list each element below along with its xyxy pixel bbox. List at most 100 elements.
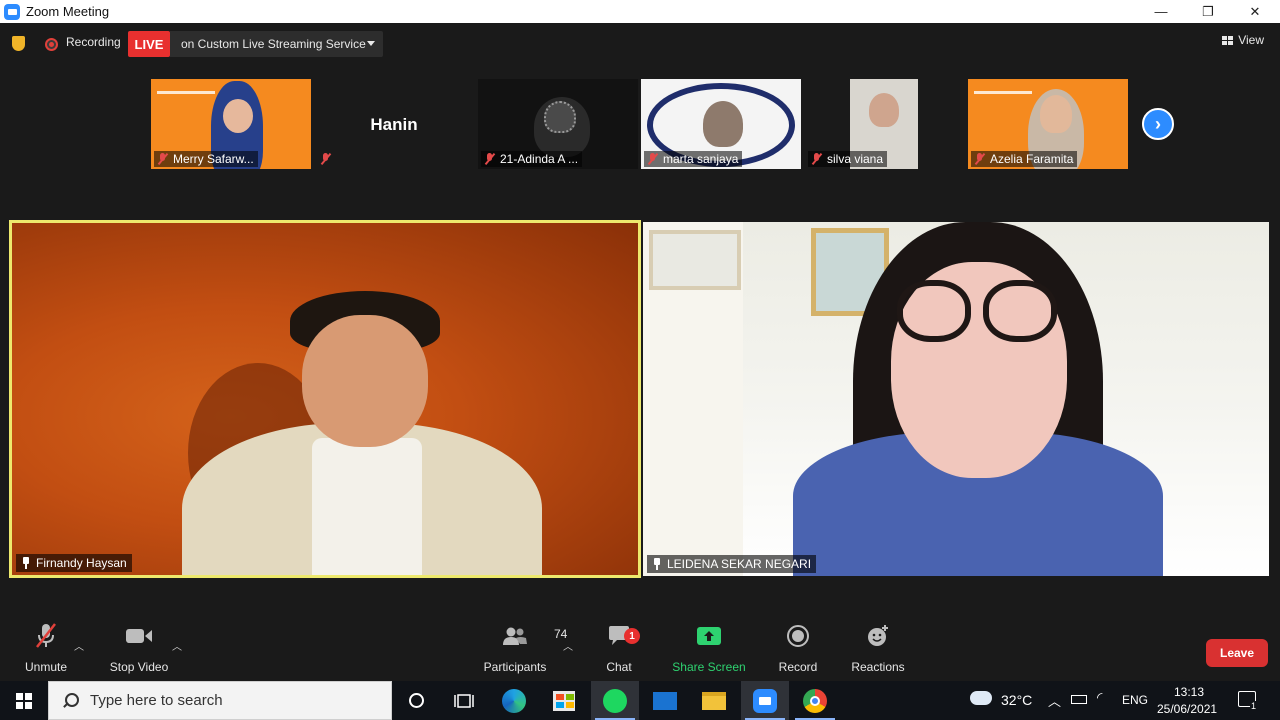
live-badge: LIVE [128, 31, 170, 57]
participants-button[interactable]: 74 Participants [480, 620, 568, 680]
taskbar-search-box[interactable]: Type here to search [48, 681, 392, 720]
participant-thumbnail[interactable]: silva viana [805, 79, 965, 169]
audio-options-chevron-icon[interactable]: ︿ [74, 638, 84, 653]
weather-temperature[interactable]: 32°C [1001, 692, 1032, 708]
notification-count: 1 [1250, 701, 1258, 711]
reactions-label: Reactions [851, 660, 905, 674]
reactions-button[interactable]: Reactions [848, 620, 908, 680]
grid-view-icon [1222, 35, 1234, 45]
chat-unread-badge: 1 [624, 628, 640, 644]
view-button[interactable]: View [1222, 33, 1264, 47]
glasses-lens [983, 280, 1057, 342]
participant-name: LEIDENA SEKAR NEGARI [667, 557, 812, 571]
participant-thumbnail[interactable]: Merry Safarw... [151, 79, 311, 169]
maximize-button[interactable]: ❐ [1185, 0, 1231, 23]
speaker-shirt [312, 438, 422, 575]
participant-name-placeholder: Hanin [370, 115, 418, 134]
security-shield-icon[interactable] [12, 36, 25, 51]
store-bag-icon [553, 690, 575, 711]
battery-icon[interactable] [1071, 695, 1087, 704]
participants-label: Participants [483, 660, 547, 674]
video-options-chevron-icon[interactable]: ︿ [172, 638, 182, 653]
unmute-button[interactable]: Unmute [22, 620, 70, 680]
participant-name: 21-Adinda A ... [481, 151, 583, 167]
show-hidden-icons-chevron-icon[interactable]: ︿ [1048, 691, 1061, 710]
mic-muted-icon [975, 153, 985, 165]
window-title: Zoom Meeting [26, 4, 110, 19]
input-language[interactable]: ENG [1122, 693, 1148, 707]
meeting-status-bar: Recording LIVE on Custom Live Streaming … [0, 23, 1280, 63]
next-page-arrow-icon[interactable]: › [1142, 108, 1174, 140]
mic-muted-icon [34, 620, 58, 652]
participants-icon: 74 [502, 620, 567, 652]
taskbar-edge[interactable] [490, 681, 538, 720]
search-placeholder: Type here to search [90, 692, 223, 709]
mic-muted-icon [485, 153, 495, 165]
record-label: Record [778, 660, 818, 674]
weather-cloud-icon[interactable] [970, 691, 992, 705]
taskbar-spotify[interactable] [591, 681, 639, 720]
mic-muted-icon [648, 153, 658, 165]
glasses-lens [897, 280, 971, 342]
participant-thumbnail[interactable]: 21-Adinda A ... [478, 79, 638, 169]
close-button[interactable]: ✕ [1232, 0, 1278, 23]
participant-name: Firnandy Haysan [36, 556, 127, 570]
pin-icon [22, 557, 30, 569]
taskbar-mail[interactable] [641, 681, 689, 720]
zoom-meeting-window: Zoom Meeting — ❐ ✕ Recording LIVE on Cus… [0, 0, 1280, 720]
share-screen-icon [696, 620, 722, 652]
recording-label[interactable]: Recording [66, 35, 121, 49]
participants-options-chevron-icon[interactable]: ︿ [563, 638, 573, 653]
stop-video-button[interactable]: Stop Video [104, 620, 174, 680]
spotify-icon [603, 688, 627, 713]
chrome-icon [803, 688, 827, 713]
picture-frame [649, 230, 741, 290]
folder-icon [702, 691, 726, 710]
record-icon [787, 620, 809, 652]
taskbar-chrome[interactable] [791, 681, 839, 720]
banner-graphic [157, 91, 215, 94]
participant-name: marta sanjaya [644, 151, 743, 167]
participant-nameplate: LEIDENA SEKAR NEGARI [647, 555, 817, 573]
cortana-button[interactable] [392, 681, 440, 720]
participant-face [223, 99, 253, 133]
leave-button[interactable]: Leave [1206, 639, 1268, 667]
mic-muted-icon [812, 153, 822, 165]
participant-face [544, 101, 576, 133]
participant-name-bar [317, 151, 336, 167]
live-stream-dropdown[interactable]: on Custom Live Streaming Service [170, 31, 383, 57]
wifi-icon[interactable]: ◜ [1097, 689, 1102, 706]
title-bar: Zoom Meeting — ❐ ✕ [0, 0, 1280, 23]
taskbar-zoom[interactable] [741, 681, 789, 720]
share-screen-label: Share Screen [672, 660, 746, 674]
participant-name: silva viana [808, 151, 888, 167]
meeting-toolbar: Unmute ︿ Stop Video ︿ 74 Participants ︿ … [0, 620, 1280, 680]
zoom-logo-icon [4, 3, 20, 20]
banner-graphic [974, 91, 1032, 94]
participant-face [1040, 95, 1072, 133]
participant-thumbnail[interactable]: marta sanjaya [641, 79, 801, 169]
speaker-face [302, 315, 428, 447]
participant-thumbnail[interactable]: Azelia Faramita [968, 79, 1128, 169]
participant-nameplate: Firnandy Haysan [16, 554, 132, 572]
chat-label: Chat [606, 660, 632, 674]
task-view-icon [454, 693, 474, 708]
clock-date[interactable]: 25/06/2021 [1157, 702, 1217, 716]
video-tile[interactable]: LEIDENA SEKAR NEGARI [643, 222, 1269, 576]
view-label: View [1238, 33, 1264, 47]
thumbnail-strip: Merry Safarw... Hanin 21-Adinda A ... ma… [0, 79, 1280, 169]
clock-time[interactable]: 13:13 [1174, 685, 1204, 699]
participant-name: Azelia Faramita [971, 151, 1078, 167]
search-icon [62, 692, 79, 709]
share-screen-button[interactable]: Share Screen [670, 620, 748, 680]
mail-envelope-icon [653, 691, 677, 710]
participant-thumbnail[interactable]: Hanin [314, 79, 474, 169]
taskbar-file-explorer[interactable] [690, 681, 738, 720]
minimize-button[interactable]: — [1138, 0, 1184, 23]
task-view-button[interactable] [440, 681, 488, 720]
taskbar-store[interactable] [540, 681, 588, 720]
participant-face [703, 101, 743, 147]
record-button[interactable]: Record [776, 620, 820, 680]
video-tile-active-speaker[interactable]: Firnandy Haysan [9, 220, 641, 578]
start-button[interactable] [0, 681, 48, 720]
